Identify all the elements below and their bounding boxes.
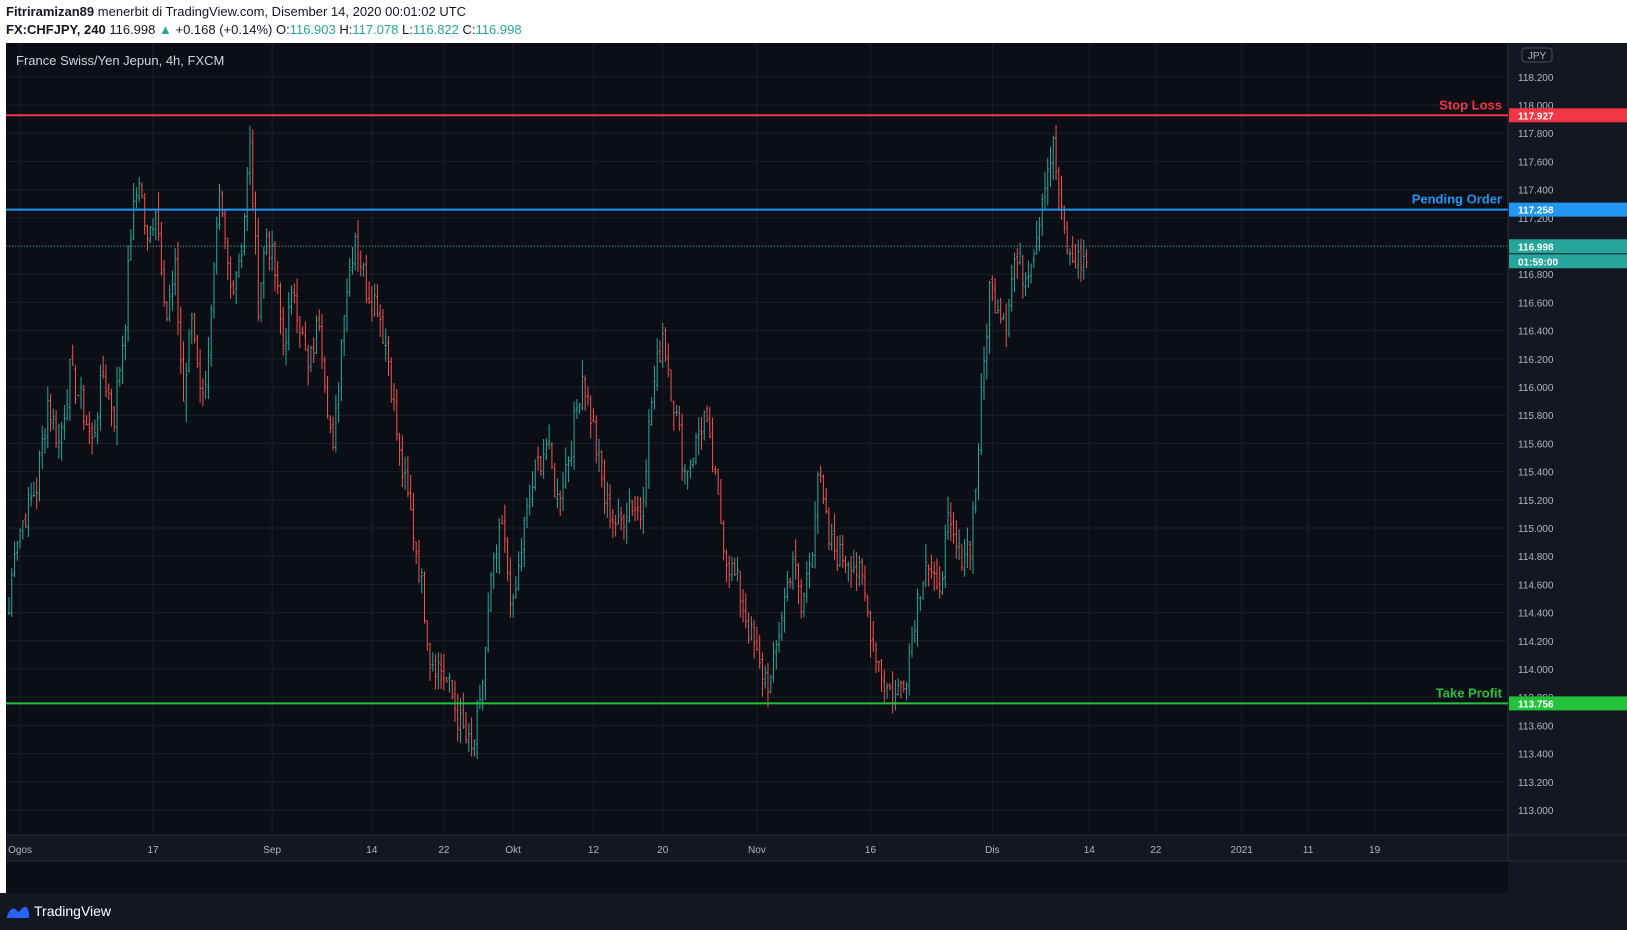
y-tick-label: 116.800 (1518, 270, 1554, 281)
x-tick-label: 22 (1150, 845, 1162, 856)
publish-info: Fitriramizan89 menerbit di TradingView.c… (6, 4, 466, 19)
chart-area[interactable]: 113.000113.200113.400113.600113.800114.0… (6, 43, 1627, 893)
open-value: 116.903 (289, 22, 336, 37)
y-tick-label: 117.800 (1518, 129, 1554, 140)
footer-brand[interactable]: TradingView (34, 903, 111, 919)
y-tick-label: 113.200 (1518, 778, 1554, 789)
x-tick-label: Ogos (8, 845, 32, 856)
high-value: 117.078 (352, 22, 399, 37)
symbol-label: FX:CHFJPY, 240 (6, 22, 106, 37)
x-tick-label: 14 (1084, 845, 1096, 856)
y-tick-label: 113.600 (1518, 721, 1554, 732)
current-price-text: 116.998 (1518, 242, 1554, 253)
x-tick-label: Okt (505, 845, 521, 856)
x-tick-label: Nov (748, 845, 766, 856)
y-tick-label: 115.200 (1518, 496, 1554, 507)
x-tick-label: 17 (147, 845, 159, 856)
take-profit-price-text: 113.756 (1518, 699, 1554, 710)
x-tick-label: 14 (366, 845, 378, 856)
x-tick-label: 12 (588, 845, 600, 856)
y-tick-label: 118.200 (1518, 73, 1554, 84)
price-chart[interactable]: 113.000113.200113.400113.600113.800114.0… (6, 43, 1627, 893)
x-tick-label: 11 (1303, 845, 1314, 856)
y-tick-label: 114.800 (1518, 552, 1554, 563)
pending-order-label: Pending Order (1412, 192, 1502, 207)
open-label: O: (275, 22, 290, 37)
stop-loss-label: Stop Loss (1439, 97, 1502, 112)
footer: TradingView (0, 893, 1627, 930)
y-tick-label: 115.000 (1518, 524, 1554, 535)
y-tick-label: 114.400 (1518, 609, 1554, 620)
x-tick-label: 20 (657, 845, 669, 856)
stop-loss-price-text: 117.927 (1518, 111, 1554, 122)
ohlc-info: FX:CHFJPY, 240 116.998 ▲ +0.168 (+0.14%)… (6, 22, 522, 37)
countdown-text: 01:59:00 (1518, 257, 1558, 268)
low-value: 116.822 (412, 22, 459, 37)
tradingview-logo-icon[interactable] (6, 902, 30, 920)
y-tick-label: 114.600 (1518, 580, 1554, 591)
x-tick-label: Sep (263, 845, 281, 856)
published-text: menerbit di TradingView.com, Disember 14… (97, 4, 467, 19)
y-tick-label: 113.400 (1518, 750, 1554, 761)
high-label: H: (339, 22, 353, 37)
x-tick-label: 2021 (1231, 845, 1254, 856)
y-tick-label: 116.600 (1518, 298, 1554, 309)
take-profit-label: Take Profit (1436, 685, 1503, 700)
y-tick-label: 116.400 (1518, 327, 1554, 338)
x-tick-label: 22 (438, 845, 450, 856)
y-tick-label: 116.200 (1518, 355, 1554, 366)
y-tick-label: 115.600 (1518, 439, 1554, 450)
chart-title: France Swiss/Yen Jepun, 4h, FXCM (16, 53, 225, 68)
x-tick-label: Dis (985, 845, 999, 856)
chart-background (6, 43, 1627, 893)
x-tick-label: 19 (1369, 845, 1381, 856)
y-tick-label: 114.200 (1518, 637, 1554, 648)
low-label: L: (402, 22, 413, 37)
y-tick-label: 117.600 (1518, 157, 1554, 168)
author-name[interactable]: Fitriramizan89 (6, 4, 94, 19)
close-label: C: (462, 22, 476, 37)
y-tick-label: 116.000 (1518, 383, 1554, 394)
y-tick-label: 113.000 (1518, 806, 1554, 817)
x-tick-label: 16 (865, 845, 877, 856)
change-arrow-icon: ▲ (158, 22, 172, 37)
currency-badge-text: JPY (1528, 51, 1547, 62)
y-tick-label: 115.800 (1518, 411, 1554, 422)
price-change: +0.168 (+0.14%) (175, 22, 273, 37)
last-price: 116.998 (109, 22, 156, 37)
pending-order-price-text: 117.258 (1518, 206, 1554, 217)
y-tick-label: 114.000 (1518, 665, 1554, 676)
chart-header: Fitriramizan89 menerbit di TradingView.c… (0, 0, 1627, 42)
y-tick-label: 115.400 (1518, 468, 1554, 479)
close-value: 116.998 (475, 22, 522, 37)
y-tick-label: 117.400 (1518, 186, 1554, 197)
